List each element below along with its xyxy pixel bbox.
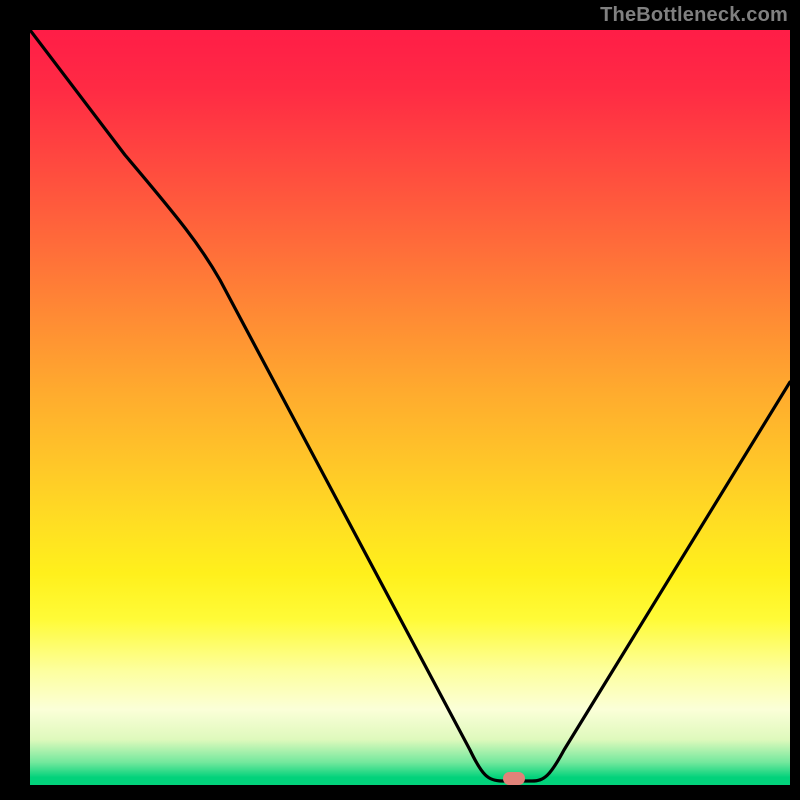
watermark-text: TheBottleneck.com	[600, 4, 788, 27]
bottleneck-curve	[30, 30, 790, 785]
frame-right	[790, 0, 800, 800]
plot-area	[30, 30, 790, 785]
chart-container: TheBottleneck.com	[0, 0, 800, 800]
axis-bottom	[0, 785, 800, 800]
axis-left	[0, 0, 30, 800]
optimal-point-marker	[503, 772, 525, 785]
